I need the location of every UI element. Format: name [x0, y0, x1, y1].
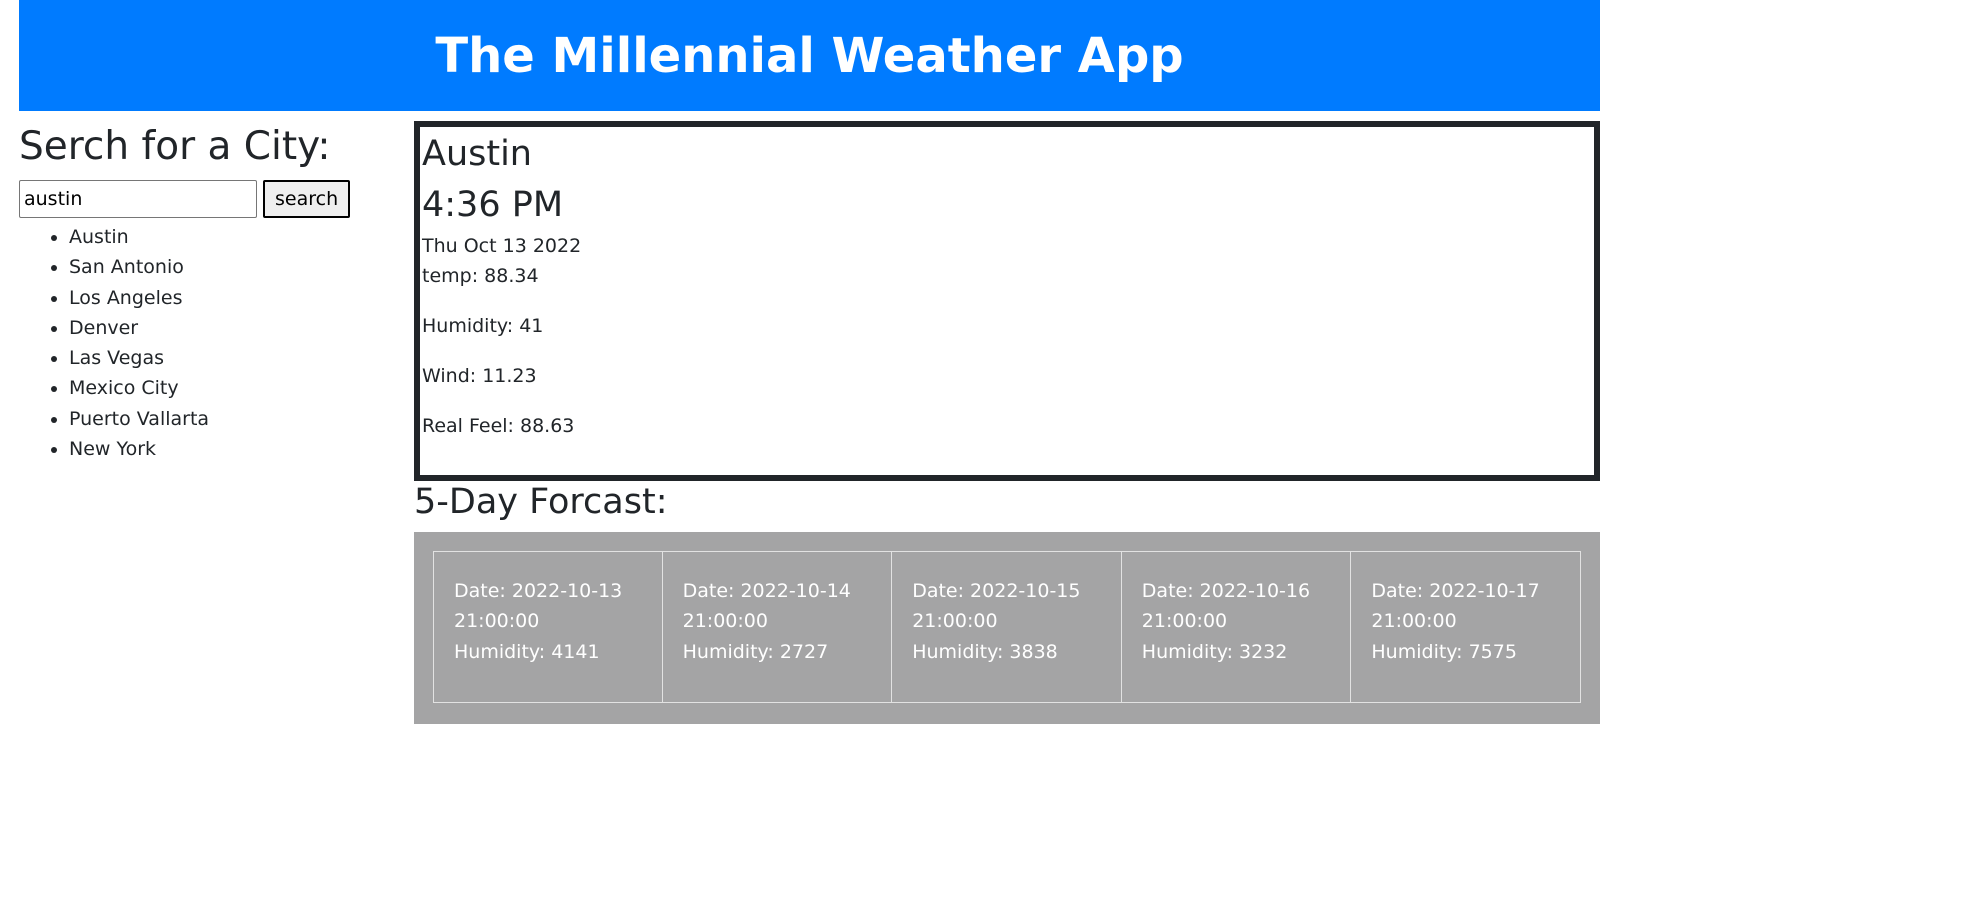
forecast-day-card: Date: 2022-10-13 21:00:00 Humidity: 4141	[433, 551, 663, 703]
forecast-date: Date: 2022-10-14	[682, 580, 851, 602]
city-list-item-puerto-vallarta[interactable]: Puerto Vallarta	[69, 404, 389, 434]
forecast-time: 21:00:00	[682, 610, 768, 633]
forecast-humidity: Humidity: 2727	[682, 640, 829, 663]
current-weather-card: Austin 4:36 PM Thu Oct 13 2022 temp: 88.…	[414, 121, 1600, 481]
forecast-date: Date: 2022-10-17	[1371, 580, 1540, 602]
search-button[interactable]: search	[263, 180, 351, 218]
forecast-humidity: Humidity: 4141	[454, 640, 600, 663]
app-title: The Millennial Weather App	[435, 27, 1184, 84]
current-wind: Wind: 11.23	[422, 365, 537, 387]
current-time: 4:36 PM	[422, 185, 564, 225]
forecast-time: 21:00:00	[1141, 610, 1228, 633]
forecast-date: Date: 2022-10-16	[1141, 580, 1311, 602]
city-list-item-las-vegas[interactable]: Las Vegas	[69, 343, 389, 373]
forecast-humidity: Humidity: 3838	[912, 640, 1058, 663]
search-row: search	[19, 180, 389, 218]
forecast-panel: Date: 2022-10-13 21:00:00 Humidity: 4141…	[414, 532, 1600, 724]
forecast-day-card: Date: 2022-10-17 21:00:00 Humidity: 7575	[1351, 551, 1581, 703]
city-list-item-san-antonio[interactable]: San Antonio	[69, 252, 389, 282]
current-date: Thu Oct 13 2022	[422, 235, 582, 257]
city-search-sidebar: Serch for a City: search Austin San Anto…	[19, 118, 389, 464]
forecast-time: 21:00:00	[912, 610, 998, 633]
city-list-item-mexico-city[interactable]: Mexico City	[69, 373, 389, 403]
forecast-day-card: Date: 2022-10-15 21:00:00 Humidity: 3838	[892, 551, 1122, 703]
city-search-input[interactable]	[19, 180, 257, 218]
city-history-list: Austin San Antonio Los Angeles Denver La…	[19, 222, 389, 464]
forecast-humidity: Humidity: 7575	[1371, 640, 1517, 663]
forecast-time: 21:00:00	[454, 610, 540, 633]
app-header: The Millennial Weather App	[19, 0, 1600, 111]
forecast-date: Date: 2022-10-13	[454, 580, 623, 602]
current-real-feel: Real Feel: 88.63	[422, 415, 575, 437]
forecast-row: Date: 2022-10-13 21:00:00 Humidity: 4141…	[433, 551, 1581, 703]
forecast-heading: 5-Day Forcast:	[414, 482, 668, 522]
forecast-day-card: Date: 2022-10-14 21:00:00 Humidity: 2727	[662, 551, 893, 703]
current-temp: temp: 88.34	[422, 265, 539, 287]
forecast-day-card: Date: 2022-10-16 21:00:00 Humidity: 3232	[1121, 551, 1352, 703]
forecast-time: 21:00:00	[1371, 610, 1457, 633]
forecast-date: Date: 2022-10-15	[912, 580, 1081, 602]
current-city-name: Austin	[422, 134, 532, 174]
forecast-humidity: Humidity: 3232	[1141, 640, 1288, 663]
current-humidity: Humidity: 41	[422, 315, 544, 337]
city-list-item-new-york[interactable]: New York	[69, 434, 389, 464]
city-list-item-los-angeles[interactable]: Los Angeles	[69, 283, 389, 313]
city-list-item-austin[interactable]: Austin	[69, 222, 389, 252]
search-heading: Serch for a City:	[19, 124, 331, 169]
page: The Millennial Weather App Serch for a C…	[0, 0, 1980, 910]
city-list-item-denver[interactable]: Denver	[69, 313, 389, 343]
